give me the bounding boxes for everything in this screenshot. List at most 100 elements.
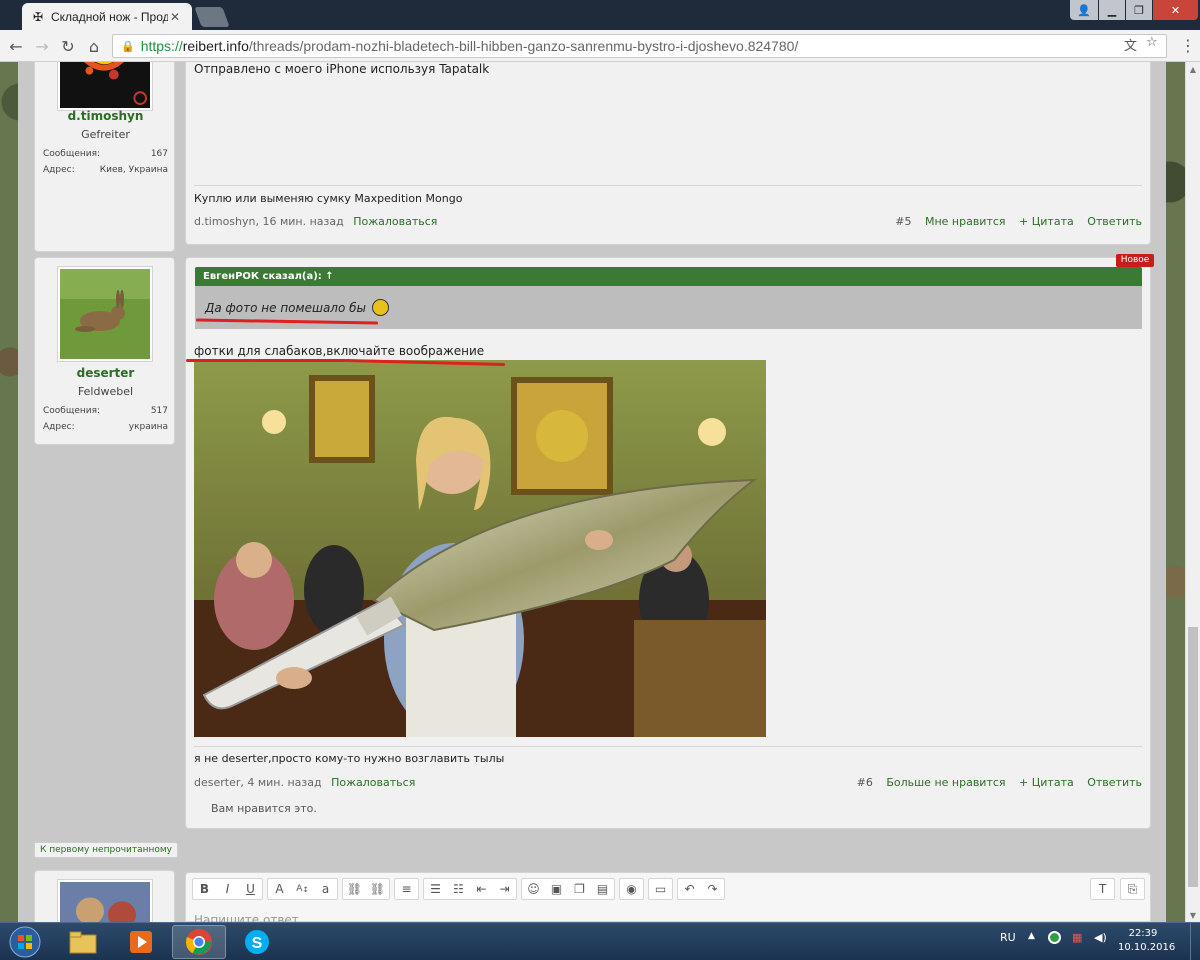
post5-messages-row: Сообщения: 167 — [43, 149, 168, 159]
reload-icon[interactable]: ↻ — [58, 36, 78, 56]
report-link[interactable]: Пожаловаться — [353, 215, 437, 228]
reply-link[interactable]: Ответить — [1087, 776, 1142, 789]
location-label: Адрес: — [43, 165, 75, 175]
like-link[interactable]: Мне нравится — [925, 215, 1006, 228]
editor-toolbar: B I U A A ↕ a ⛓ ⛓ ≡ ☰ ☷ ⇤ ⇥ ☺ ▣ ❐ ▤ ◉ ▭ … — [192, 878, 729, 900]
post-number[interactable]: #5 — [895, 215, 911, 228]
window-titlebar: ✠ Складной нож - Продаж ✕ 👤 ▁ ❐ ✕ — [0, 0, 1200, 30]
bullet-list-icon[interactable]: ☰ — [424, 879, 447, 899]
bookmark-star-icon[interactable]: ☆ — [1146, 35, 1158, 50]
red-underline-body-left — [186, 359, 346, 362]
messages-count[interactable]: 167 — [151, 149, 168, 159]
address-bar[interactable]: 🔒 https:// reibert.info /threads/prodam-… — [112, 34, 1167, 58]
page-viewport: d.timoshyn Gefreiter Сообщения: 167 Адре… — [0, 62, 1185, 922]
italic-icon[interactable]: I — [216, 879, 239, 899]
media-player-taskbar-button[interactable] — [114, 925, 168, 959]
post5-body: Отправлено с моего iPhone используя Tapa… — [194, 62, 490, 76]
post5-author-time[interactable]: d.timoshyn, 16 мин. назад — [194, 215, 344, 228]
smiley-emoji-icon — [371, 299, 389, 316]
clock-date: 10.10.2016 — [1118, 942, 1176, 953]
show-desktop-button[interactable] — [1190, 923, 1200, 960]
location-value: украина — [128, 422, 168, 432]
current-user-avatar[interactable] — [57, 879, 153, 922]
media-player-icon — [130, 931, 152, 953]
camera-icon[interactable]: ◉ — [620, 879, 643, 899]
post6-messages-row: Сообщения: 517 — [43, 406, 168, 416]
post6-userinfo: deserter Feldwebel Сообщения: 517 Адрес:… — [34, 257, 175, 445]
scroll-up-icon[interactable]: ▲ — [1186, 62, 1200, 76]
menu-dots-icon[interactable]: ⋮ — [1180, 36, 1196, 55]
tray-app-icon[interactable] — [1048, 931, 1061, 947]
post6-avatar[interactable] — [57, 266, 153, 362]
new-badge: Новое — [1116, 254, 1154, 267]
underline-icon[interactable]: U — [239, 879, 262, 899]
post-number[interactable]: #6 — [857, 776, 873, 789]
media-icon[interactable]: ❐ — [568, 879, 591, 899]
smiley-icon[interactable]: ☺ — [522, 879, 545, 899]
language-indicator[interactable]: RU — [1000, 931, 1016, 944]
font-family-icon[interactable]: a — [314, 879, 337, 899]
network-warning-icon[interactable]: ▦ — [1072, 931, 1082, 944]
start-button[interactable] — [0, 925, 50, 959]
tab-title: Складной нож - Продаж — [51, 9, 168, 24]
taskbar-clock[interactable]: 22:39 10.10.2016 — [1118, 927, 1176, 955]
redo-icon[interactable]: ↷ — [701, 879, 724, 899]
maximize-button[interactable]: ❐ — [1126, 0, 1152, 20]
image-icon[interactable]: ▣ — [545, 879, 568, 899]
indent-icon[interactable]: ⇥ — [493, 879, 516, 899]
post6-author-time[interactable]: deserter, 4 мин. назад — [194, 776, 322, 789]
page-scrollbar[interactable]: ▲ ▼ — [1185, 62, 1200, 922]
post5-rank: Gefreiter — [81, 128, 130, 141]
tray-expand-icon[interactable]: ▲ — [1028, 931, 1035, 941]
post5-username[interactable]: d.timoshyn — [35, 109, 176, 123]
folder-icon — [69, 931, 97, 954]
forward-arrow-icon[interactable]: → — [32, 36, 52, 56]
reply-userinfo — [34, 870, 175, 922]
back-arrow-icon[interactable]: ← — [6, 36, 26, 56]
unlike-link[interactable]: Больше не нравится — [886, 776, 1005, 789]
quote-link[interactable]: + Цитата — [1019, 776, 1074, 789]
skype-taskbar-button[interactable]: S — [230, 925, 284, 959]
tab-close-icon[interactable]: ✕ — [168, 10, 182, 24]
volume-icon[interactable]: ◀) — [1094, 931, 1107, 944]
reply-link[interactable]: Ответить — [1087, 215, 1142, 228]
numbered-list-icon[interactable]: ☷ — [447, 879, 470, 899]
translate-icon[interactable]: 文 — [1124, 35, 1137, 54]
browser-tab[interactable]: ✠ Складной нож - Продаж ✕ — [22, 3, 192, 30]
toggle-bbcode-icon[interactable]: ⎘ — [1121, 879, 1144, 899]
undo-icon[interactable]: ↶ — [678, 879, 701, 899]
bold-icon[interactable]: B — [193, 879, 216, 899]
messages-label: Сообщения: — [43, 406, 101, 416]
url-scheme: https:// — [140, 38, 183, 54]
report-link[interactable]: Пожаловаться — [331, 776, 415, 789]
quote-link[interactable]: + Цитата — [1019, 215, 1074, 228]
explorer-taskbar-button[interactable] — [56, 925, 110, 959]
post6-location-row: Адрес: украина — [43, 422, 168, 432]
post6-photo[interactable] — [194, 360, 766, 737]
save-draft-icon[interactable]: ▭ — [649, 879, 672, 899]
insert-more-icon[interactable]: ▤ — [591, 879, 614, 899]
link-icon[interactable]: ⛓ — [343, 879, 366, 899]
unlink-icon[interactable]: ⛓ — [366, 879, 389, 899]
messages-count[interactable]: 517 — [151, 406, 168, 416]
minimize-button[interactable]: ▁ — [1099, 0, 1125, 20]
new-tab-button[interactable] — [194, 7, 230, 27]
quote-header[interactable]: ЕвгенРОК сказал(а): ↑ — [195, 267, 1142, 286]
font-size-icon[interactable]: A ↕ — [291, 879, 314, 899]
outdent-icon[interactable]: ⇤ — [470, 879, 493, 899]
post5-location-row: Адрес: Киев, Украина — [43, 165, 168, 175]
scroll-down-icon[interactable]: ▼ — [1186, 908, 1200, 922]
font-color-icon[interactable]: A — [268, 879, 291, 899]
url-path: /threads/prodam-nozhi-bladetech-bill-hib… — [248, 38, 799, 54]
close-window-button[interactable]: ✕ — [1153, 0, 1198, 20]
first-unread-button[interactable]: К первому непрочитанному — [34, 842, 179, 858]
user-profile-icon[interactable]: 👤 — [1070, 0, 1098, 20]
align-icon[interactable]: ≡ — [395, 879, 418, 899]
post6-username[interactable]: deserter — [35, 366, 176, 380]
post5-signature: Куплю или выменяю сумку Maxpedition Mong… — [194, 192, 463, 205]
chrome-taskbar-button[interactable] — [172, 925, 226, 959]
post5-avatar[interactable] — [57, 62, 153, 111]
remove-format-icon[interactable]: T — [1091, 879, 1114, 899]
home-icon[interactable]: ⌂ — [84, 36, 104, 56]
scrollbar-thumb[interactable] — [1188, 627, 1198, 887]
